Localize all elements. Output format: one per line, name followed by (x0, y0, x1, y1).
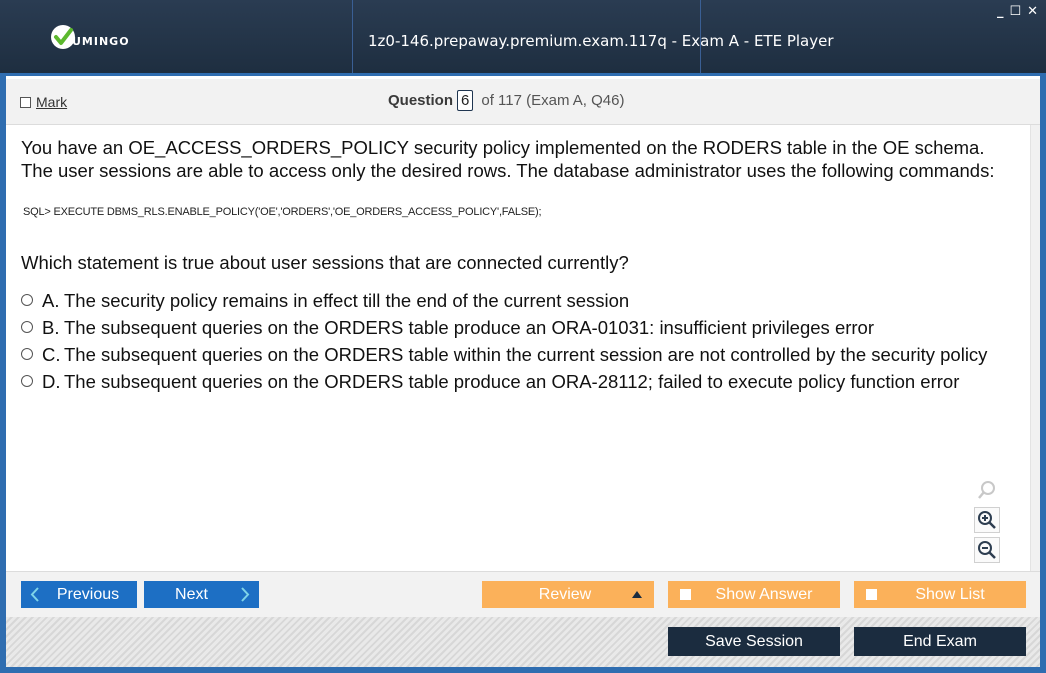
option-letter: C. (42, 344, 61, 365)
mark-checkbox-box[interactable] (20, 96, 31, 108)
show-answer-label: Show Answer (715, 585, 813, 603)
option-c-radio[interactable] (21, 348, 33, 360)
option-text: The subsequent queries on the ORDERS tab… (64, 317, 874, 338)
minimize-icon[interactable]: _ (997, 4, 1004, 19)
window-title: 1z0-146.prepaway.premium.exam.117q - Exa… (368, 32, 834, 50)
option-text: The subsequent queries on the ORDERS tab… (64, 371, 960, 392)
window-controls: _ ☐ ✕ (997, 4, 1038, 19)
chevron-right-icon (241, 587, 250, 602)
zoom-out-icon[interactable] (974, 537, 1000, 563)
title-separator (352, 0, 353, 73)
answer-options: A. The security policy remains in effect… (21, 289, 1011, 397)
window-border-bottom (0, 667, 1046, 673)
review-button[interactable]: Review (482, 581, 654, 608)
question-counter: Question 6 of 117 (Exam A, Q46) (388, 90, 624, 111)
maximize-icon[interactable]: ☐ (1009, 4, 1021, 19)
window-border-right (1040, 76, 1046, 673)
question-word: Question (388, 92, 454, 109)
end-exam-label: End Exam (903, 632, 977, 650)
save-session-button[interactable]: Save Session (668, 627, 840, 656)
option-a[interactable]: A. The security policy remains in effect… (21, 289, 1011, 312)
option-b[interactable]: B. The subsequent queries on the ORDERS … (21, 316, 1011, 339)
save-session-label: Save Session (705, 632, 803, 650)
next-label: Next (175, 585, 208, 603)
option-letter: D. (42, 371, 61, 392)
close-icon[interactable]: ✕ (1027, 4, 1038, 19)
option-d-radio[interactable] (21, 375, 33, 387)
question-header: Mark Question 6 of 117 (Exam A, Q46) (6, 79, 1040, 125)
review-label: Review (538, 585, 592, 603)
option-b-radio[interactable] (21, 321, 33, 333)
option-a-radio[interactable] (21, 294, 33, 306)
zoom-in-icon[interactable] (974, 507, 1000, 533)
navigation-bar: Previous Next Review Show Answer Show Li… (6, 571, 1040, 617)
sql-command: SQL> EXECUTE DBMS_RLS.ENABLE_POLICY('OE'… (23, 206, 542, 218)
title-bar: UMINGO 1z0-146.prepaway.premium.exam.117… (0, 0, 1046, 76)
question-body: You have an OE_ACCESS_ORDERS_POLICY secu… (6, 125, 1040, 571)
question-number-input[interactable]: 6 (457, 90, 474, 111)
question-total: of 117 (Exam A, Q46) (481, 92, 625, 109)
vertical-scrollbar[interactable] (1030, 125, 1040, 571)
magnifier-icon[interactable] (974, 477, 1000, 503)
vumingo-logo: UMINGO (50, 24, 130, 50)
mark-checkbox[interactable]: Mark (20, 94, 67, 110)
option-text: The subsequent queries on the ORDERS tab… (64, 344, 988, 365)
show-list-button[interactable]: Show List (854, 581, 1026, 608)
previous-label: Previous (56, 585, 120, 603)
footer-bar: Save Session End Exam (6, 617, 1040, 667)
mark-label[interactable]: Mark (36, 94, 67, 110)
logo-text: UMINGO (72, 35, 130, 48)
next-button[interactable]: Next (144, 581, 259, 608)
option-c[interactable]: C. The subsequent queries on the ORDERS … (21, 343, 1011, 366)
end-exam-button[interactable]: End Exam (854, 627, 1026, 656)
question-statement: Which statement is true about user sessi… (21, 252, 629, 273)
zoom-controls (974, 477, 1000, 567)
option-letter: A. (42, 290, 60, 311)
option-text: The security policy remains in effect ti… (64, 290, 630, 311)
previous-button[interactable]: Previous (21, 581, 137, 608)
show-list-label: Show List (915, 585, 985, 603)
caret-up-icon (632, 591, 642, 598)
show-answer-checkbox[interactable] (680, 589, 691, 600)
question-text: You have an OE_ACCESS_ORDERS_POLICY secu… (21, 137, 995, 181)
chevron-left-icon (30, 587, 39, 602)
show-list-checkbox[interactable] (866, 589, 877, 600)
show-answer-button[interactable]: Show Answer (668, 581, 840, 608)
option-letter: B. (42, 317, 60, 338)
option-d[interactable]: D. The subsequent queries on the ORDERS … (21, 370, 1011, 393)
